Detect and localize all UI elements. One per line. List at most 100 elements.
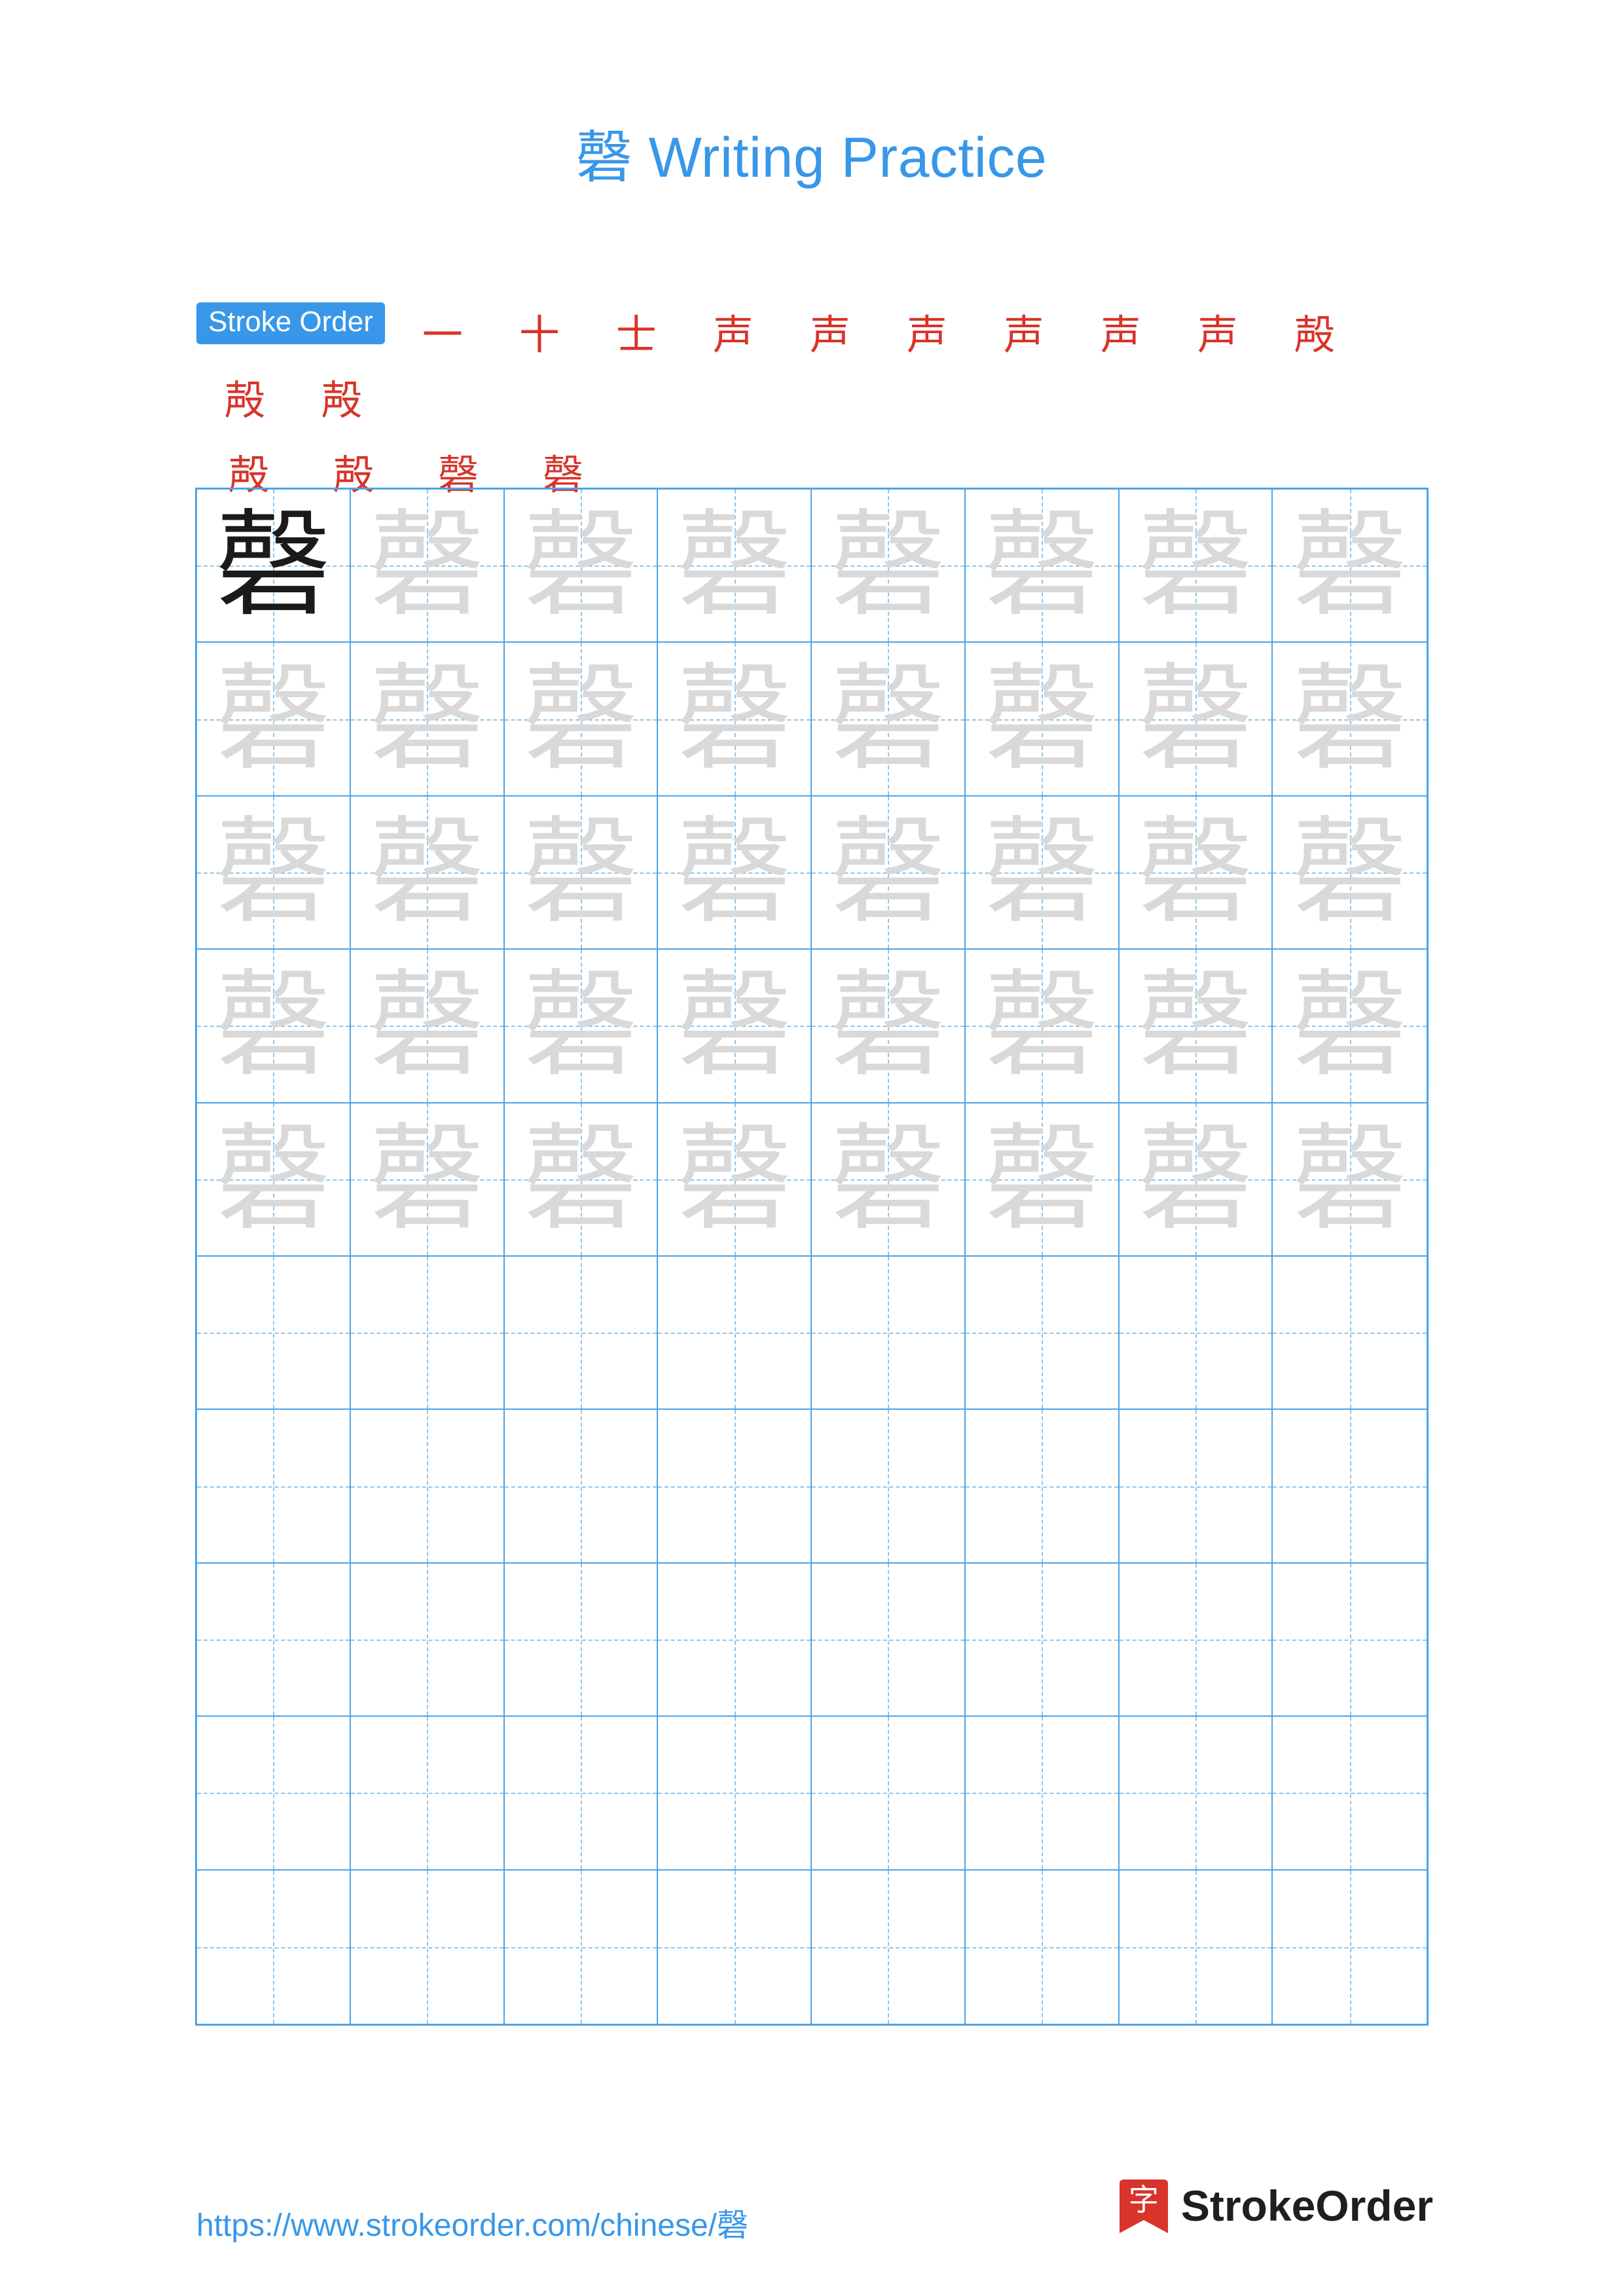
trace-character: 磬 (369, 958, 485, 1093)
practice-cell[interactable]: 磬 (504, 950, 659, 1103)
practice-cell[interactable]: 磬 (658, 643, 812, 797)
practice-cell[interactable] (197, 1870, 351, 2024)
practice-cell[interactable] (658, 1717, 812, 1871)
source-url[interactable]: https://www.strokeorder.com/chinese/磬 (196, 2199, 748, 2245)
practice-cell[interactable]: 磬 (965, 643, 1120, 797)
stroke-step: 十 (519, 311, 560, 359)
trace-character: 磬 (830, 498, 946, 633)
trace-character: 磬 (1137, 804, 1253, 939)
practice-cell[interactable] (1119, 1717, 1273, 1871)
stroke-step: 声 (1197, 311, 1238, 359)
practice-cell[interactable]: 磬 (197, 950, 351, 1103)
practice-cell[interactable] (1273, 1410, 1427, 1564)
practice-cell[interactable] (1119, 1256, 1273, 1410)
practice-cell[interactable] (812, 1256, 966, 1410)
practice-cell[interactable]: 磬 (1273, 796, 1427, 950)
practice-cell[interactable] (1273, 1256, 1427, 1410)
practice-cell[interactable] (1273, 1563, 1427, 1717)
practice-cell[interactable] (658, 1870, 812, 2024)
stroke-step: 一 (422, 311, 463, 359)
practice-cell[interactable] (504, 1870, 659, 2024)
practice-cell[interactable]: 磬 (965, 490, 1120, 643)
practice-cell[interactable] (350, 1717, 505, 1871)
trace-character: 磬 (1137, 1111, 1253, 1246)
practice-cell[interactable] (197, 1717, 351, 1871)
practice-grid: 磬磬磬磬磬磬磬磬磬磬磬磬磬磬磬磬磬磬磬磬磬磬磬磬磬磬磬磬磬磬磬磬磬磬磬磬磬磬磬磬 (195, 488, 1429, 2026)
practice-cell[interactable] (197, 1410, 351, 1564)
practice-cell[interactable] (812, 1717, 966, 1871)
practice-cell[interactable]: 磬 (812, 796, 966, 950)
practice-cell[interactable]: 磬 (504, 643, 659, 797)
practice-cell[interactable]: 磬 (812, 1103, 966, 1257)
practice-cell[interactable]: 磬 (350, 1103, 505, 1257)
practice-cell[interactable]: 磬 (1119, 950, 1273, 1103)
stroke-step: 声 (906, 311, 947, 359)
practice-cell[interactable]: 磬 (504, 796, 659, 950)
practice-cell[interactable]: 磬 (350, 643, 505, 797)
trace-character: 磬 (676, 498, 792, 633)
trace-character: 磬 (369, 1111, 485, 1246)
practice-cell[interactable]: 磬 (658, 1103, 812, 1257)
practice-cell[interactable]: 磬 (812, 950, 966, 1103)
practice-cell[interactable]: 磬 (965, 1103, 1120, 1257)
practice-cell[interactable]: 磬 (504, 1103, 659, 1257)
practice-cell[interactable]: 磬 (197, 1103, 351, 1257)
practice-cell[interactable]: 磬 (350, 490, 505, 643)
practice-cell[interactable] (350, 1410, 505, 1564)
practice-cell[interactable]: 磬 (350, 796, 505, 950)
practice-cell[interactable] (1273, 1870, 1427, 2024)
practice-cell[interactable]: 磬 (1273, 490, 1427, 643)
practice-cell[interactable]: 磬 (350, 950, 505, 1103)
practice-cell[interactable] (350, 1256, 505, 1410)
practice-cell[interactable] (1119, 1870, 1273, 2024)
trace-character: 磬 (1137, 498, 1253, 633)
practice-cell[interactable] (504, 1410, 659, 1564)
trace-character: 磬 (830, 1111, 946, 1246)
practice-cell[interactable] (350, 1870, 505, 2024)
practice-cell[interactable]: 磬 (197, 490, 351, 643)
practice-cell[interactable]: 磬 (197, 643, 351, 797)
trace-character: 磬 (215, 804, 331, 939)
practice-cell[interactable]: 磬 (1119, 1103, 1273, 1257)
stroke-step: 声 (1003, 311, 1044, 359)
practice-cell[interactable]: 磬 (1273, 950, 1427, 1103)
practice-cell[interactable] (812, 1870, 966, 2024)
trace-character: 磬 (522, 1111, 638, 1246)
practice-cell[interactable]: 磬 (197, 796, 351, 950)
practice-cell[interactable] (658, 1563, 812, 1717)
practice-cell[interactable]: 磬 (1119, 490, 1273, 643)
practice-cell[interactable]: 磬 (965, 950, 1120, 1103)
practice-cell[interactable]: 磬 (1119, 643, 1273, 797)
practice-cell[interactable] (965, 1410, 1120, 1564)
practice-cell[interactable]: 磬 (658, 796, 812, 950)
practice-cell[interactable]: 磬 (812, 490, 966, 643)
practice-cell[interactable] (504, 1717, 659, 1871)
practice-cell[interactable] (965, 1563, 1120, 1717)
practice-cell[interactable] (965, 1256, 1120, 1410)
practice-cell[interactable] (965, 1717, 1120, 1871)
stroke-step: 声 (712, 311, 754, 359)
practice-cell[interactable] (1273, 1717, 1427, 1871)
practice-cell[interactable] (197, 1256, 351, 1410)
practice-cell[interactable] (1119, 1410, 1273, 1564)
practice-cell[interactable]: 磬 (1273, 643, 1427, 797)
practice-cell[interactable]: 磬 (1273, 1103, 1427, 1257)
practice-cell[interactable]: 磬 (812, 643, 966, 797)
practice-cell[interactable] (965, 1870, 1120, 2024)
practice-cell[interactable] (1119, 1563, 1273, 1717)
practice-cell[interactable] (350, 1563, 505, 1717)
trace-character: 磬 (522, 804, 638, 939)
practice-cell[interactable] (812, 1410, 966, 1564)
practice-cell[interactable] (504, 1563, 659, 1717)
practice-cell[interactable] (812, 1563, 966, 1717)
practice-cell[interactable] (658, 1410, 812, 1564)
practice-cell[interactable] (504, 1256, 659, 1410)
practice-cell[interactable]: 磬 (658, 950, 812, 1103)
practice-cell[interactable]: 磬 (504, 490, 659, 643)
trace-character: 磬 (830, 651, 946, 786)
practice-cell[interactable]: 磬 (965, 796, 1120, 950)
practice-cell[interactable]: 磬 (1119, 796, 1273, 950)
practice-cell[interactable] (658, 1256, 812, 1410)
practice-cell[interactable]: 磬 (658, 490, 812, 643)
practice-cell[interactable] (197, 1563, 351, 1717)
